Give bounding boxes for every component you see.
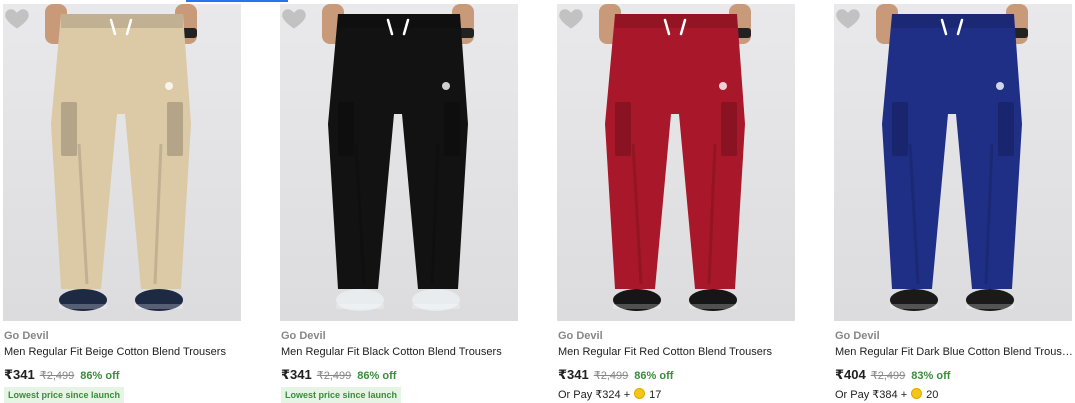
or-pay-text: Or Pay ₹384 +	[835, 389, 908, 401]
heart-icon[interactable]	[3, 4, 31, 32]
product-image[interactable]	[557, 4, 795, 321]
product-image[interactable]	[280, 4, 518, 321]
or-pay-text: Or Pay ₹324 +	[558, 389, 631, 401]
price-row: ₹341 ₹2,499 86% off	[281, 367, 396, 383]
product-card[interactable]: Go Devil Men Regular Fit Beige Cotton Bl…	[3, 0, 243, 403]
brand-name: Go Devil	[4, 330, 49, 342]
original-price: ₹2,499	[39, 370, 75, 382]
product-card[interactable]: Go Devil Men Regular Fit Dark Blue Cotto…	[834, 0, 1074, 403]
product-title[interactable]: Men Regular Fit Red Cotton Blend Trouser…	[558, 346, 796, 358]
discount-percent: 86% off	[634, 370, 674, 382]
product-card[interactable]: Go Devil Men Regular Fit Black Cotton Bl…	[280, 0, 520, 403]
selling-price: ₹404	[835, 367, 866, 382]
lowest-price-badge: Lowest price since launch	[4, 387, 125, 403]
selling-price: ₹341	[558, 367, 589, 382]
product-image[interactable]	[834, 4, 1072, 321]
heart-icon[interactable]	[557, 4, 585, 32]
selling-price: ₹341	[281, 367, 312, 382]
or-pay-offer: Or Pay ₹384 + 20	[835, 388, 938, 401]
supercoin-icon	[634, 388, 646, 399]
supercoin-icon	[911, 388, 923, 399]
coin-count: 20	[926, 389, 939, 401]
heart-icon[interactable]	[834, 4, 862, 32]
original-price: ₹2,499	[870, 370, 906, 382]
brand-name: Go Devil	[835, 330, 880, 342]
heart-icon[interactable]	[280, 4, 308, 32]
trousers-image	[876, 4, 1028, 311]
lowest-price-badge: Lowest price since launch	[281, 387, 402, 403]
product-title[interactable]: Men Regular Fit Black Cotton Blend Trous…	[281, 346, 519, 358]
product-card[interactable]: Go Devil Men Regular Fit Red Cotton Blen…	[557, 0, 797, 403]
trousers-image	[322, 4, 474, 311]
product-image[interactable]	[3, 4, 241, 321]
brand-name: Go Devil	[281, 330, 326, 342]
discount-percent: 86% off	[80, 370, 120, 382]
brand-name: Go Devil	[558, 330, 603, 342]
price-row: ₹341 ₹2,499 86% off	[4, 367, 119, 383]
product-grid: Go Devil Men Regular Fit Beige Cotton Bl…	[0, 0, 1075, 403]
trousers-image	[599, 4, 751, 311]
trousers-image	[45, 4, 197, 311]
original-price: ₹2,499	[316, 370, 352, 382]
product-title[interactable]: Men Regular Fit Dark Blue Cotton Blend T…	[835, 346, 1073, 358]
product-title[interactable]: Men Regular Fit Beige Cotton Blend Trous…	[4, 346, 242, 358]
price-row: ₹341 ₹2,499 86% off	[558, 367, 673, 383]
original-price: ₹2,499	[593, 370, 629, 382]
selling-price: ₹341	[4, 367, 35, 382]
discount-percent: 86% off	[357, 370, 397, 382]
price-row: ₹404 ₹2,499 83% off	[835, 367, 950, 383]
coin-count: 17	[649, 389, 662, 401]
discount-percent: 83% off	[911, 370, 951, 382]
or-pay-offer: Or Pay ₹324 + 17	[558, 388, 661, 401]
